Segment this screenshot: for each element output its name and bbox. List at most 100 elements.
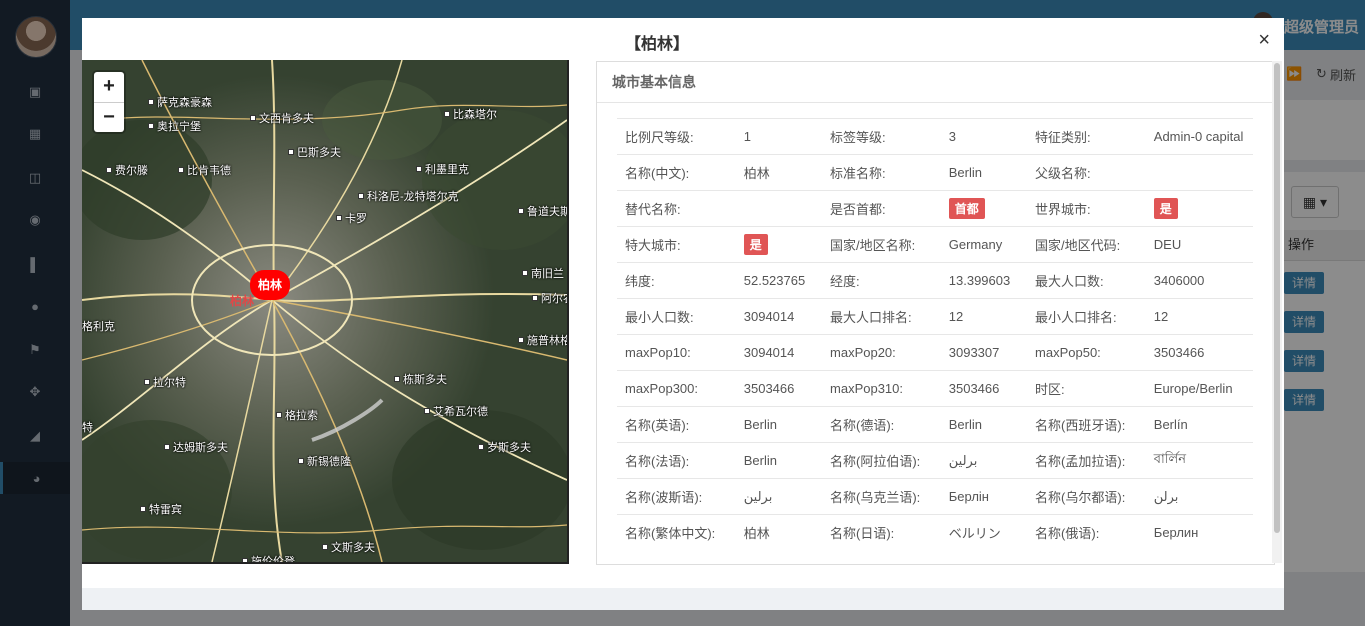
field-value: 是: [1145, 190, 1253, 227]
status-badge: 是: [1153, 198, 1178, 219]
field-label: maxPop310:: [822, 370, 941, 407]
table-row: 最小人口数: 3094014 最大人口排名: 12 最小人口排名: 12: [617, 298, 1253, 335]
field-label: 世界城市:: [1027, 190, 1146, 227]
field-value: 12: [940, 298, 1028, 335]
map-place-label: 文斯多夫: [322, 539, 375, 555]
table-row: 名称(波斯语): برلین 名称(乌克兰语): Берлін 名称(乌尔都语): برل…: [617, 478, 1253, 515]
map-place-label: 特: [82, 422, 93, 434]
field-value: 3503466: [735, 370, 823, 407]
field-value: Europe/Berlin: [1145, 370, 1253, 407]
field-label: 名称(阿拉伯语):: [822, 442, 941, 479]
field-value: 是: [735, 226, 823, 263]
field-value: 52.523765: [735, 262, 823, 299]
field-value: برلين: [940, 442, 1028, 479]
table-row: 比例尺等级: 1 标签等级: 3 特征类别: Admin-0 capital: [617, 118, 1253, 155]
field-value: 3094014: [735, 334, 823, 371]
field-label: 名称(德语):: [822, 406, 941, 443]
map-place-label: 奥拉宁堡: [148, 118, 201, 134]
map-place-label: 比肯韦德: [178, 162, 231, 178]
table-row: maxPop300: 3503466 maxPop310: 3503466 时区: Eur…: [617, 370, 1253, 407]
map-place-label: 达姆斯多夫: [164, 439, 228, 455]
field-value: 首都: [940, 190, 1028, 227]
field-label: 特大城市:: [617, 226, 736, 263]
field-label: 名称(西班牙语):: [1027, 406, 1146, 443]
section-title: 城市基本信息: [597, 62, 1274, 103]
field-label: 比例尺等级:: [617, 118, 736, 155]
field-value: [735, 190, 823, 227]
status-badge: 首都: [948, 198, 985, 219]
map-place-label: 格拉索: [276, 407, 318, 423]
field-label: 替代名称:: [617, 190, 736, 227]
field-label: 名称(中文):: [617, 154, 736, 191]
scrollbar[interactable]: [1272, 61, 1282, 563]
city-label-shadow: 柏林: [230, 294, 255, 308]
field-label: 名称(波斯语):: [617, 478, 736, 515]
field-value: 3503466: [940, 370, 1028, 407]
field-value: 柏林: [735, 154, 823, 191]
field-label: maxPop300:: [617, 370, 736, 407]
field-label: maxPop20:: [822, 334, 941, 371]
field-value: Берлин: [1145, 514, 1253, 550]
city-info-table: 比例尺等级: 1 标签等级: 3 特征类别: Admin-0 capital 名称(中文):…: [617, 118, 1253, 550]
field-value: برلن: [1145, 478, 1253, 515]
field-value: Admin-0 capital: [1145, 118, 1253, 155]
field-label: 名称(乌尔都语):: [1027, 478, 1146, 515]
city-marker[interactable]: 柏林: [250, 270, 290, 300]
field-label: maxPop10:: [617, 334, 736, 371]
field-value: DEU: [1145, 226, 1253, 263]
field-label: 名称(法语):: [617, 442, 736, 479]
field-value: 3: [940, 118, 1028, 155]
field-label: 时区:: [1027, 370, 1146, 407]
zoom-control: + −: [94, 72, 124, 132]
field-value: Germany: [940, 226, 1028, 263]
field-value: [1145, 154, 1253, 191]
map-place-label: 格利克: [82, 321, 115, 333]
scrollbar-thumb[interactable]: [1274, 63, 1280, 533]
field-value: Berlin: [735, 442, 823, 479]
map-place-label: 施伦伦登: [242, 553, 295, 562]
modal-title: 【柏林】: [624, 36, 689, 53]
map-place-label: 鲁道夫斯: [518, 203, 567, 219]
field-value: 1: [735, 118, 823, 155]
map-place-label: 阿尔农: [532, 290, 567, 306]
field-value: 12: [1145, 298, 1253, 335]
modal-header: 【柏林】 ×: [82, 18, 1284, 60]
field-value: Berlin: [735, 406, 823, 443]
city-info-panel: 城市基本信息 比例尺等级: 1 标签等级: 3 特征类别: Admin-0 capital…: [596, 61, 1275, 565]
map-tiles: [82, 60, 567, 562]
field-value: Берлін: [940, 478, 1028, 515]
field-label: maxPop50:: [1027, 334, 1146, 371]
map-place-label: 科洛尼-龙特塔尔克: [358, 188, 459, 204]
field-value: 3406000: [1145, 262, 1253, 299]
table-row: 特大城市: 是 国家/地区名称: Germany 国家/地区代码: DEU: [617, 226, 1253, 263]
field-label: 名称(俄语):: [1027, 514, 1146, 550]
zoom-in-button[interactable]: +: [94, 72, 124, 103]
table-row: 名称(英语): Berlin 名称(德语): Berlin 名称(西班牙语): Berlí…: [617, 406, 1253, 443]
map-place-label: 南旧兰: [522, 265, 564, 281]
field-value: 3503466: [1145, 334, 1253, 371]
field-value: বার্লিন: [1145, 442, 1253, 479]
status-badge: 是: [743, 234, 768, 255]
field-label: 名称(繁体中文):: [617, 514, 736, 550]
map-place-label: 栋斯多夫: [394, 371, 447, 387]
field-value: 3094014: [735, 298, 823, 335]
map-place-label: 费尔滕: [106, 162, 148, 178]
field-label: 标签等级:: [822, 118, 941, 155]
field-label: 国家/地区代码:: [1027, 226, 1146, 263]
field-value: ベルリン: [940, 514, 1028, 550]
table-row: maxPop10: 3094014 maxPop20: 3093307 maxPop50…: [617, 334, 1253, 371]
field-label: 父级名称:: [1027, 154, 1146, 191]
modal-footer: [82, 588, 1284, 610]
field-label: 国家/地区名称:: [822, 226, 941, 263]
map-place-label: 巴斯多夫: [288, 144, 341, 160]
map-place-label: 岁斯多夫: [478, 439, 531, 455]
zoom-out-button[interactable]: −: [94, 103, 124, 133]
close-button[interactable]: ×: [1258, 30, 1270, 50]
table-row: 名称(法语): Berlin 名称(阿拉伯语): برلين 名称(孟加拉语): বার্…: [617, 442, 1253, 479]
satellite-map[interactable]: 萨克森豪森 奥拉宁堡 文西肯多夫 比森塔尔 巴斯多夫 费尔滕 比肯韦德 利墨里克…: [82, 60, 569, 564]
field-label: 经度:: [822, 262, 941, 299]
table-row: 纬度: 52.523765 经度: 13.399603 最大人口数: 3406000: [617, 262, 1253, 299]
city-detail-modal: 【柏林】 × 萨克森豪森 奥拉宁堡 文西肯多夫 比森塔尔 巴斯多夫 费尔滕 比肯…: [82, 18, 1284, 610]
field-label: 纬度:: [617, 262, 736, 299]
field-value: برلین: [735, 478, 823, 515]
